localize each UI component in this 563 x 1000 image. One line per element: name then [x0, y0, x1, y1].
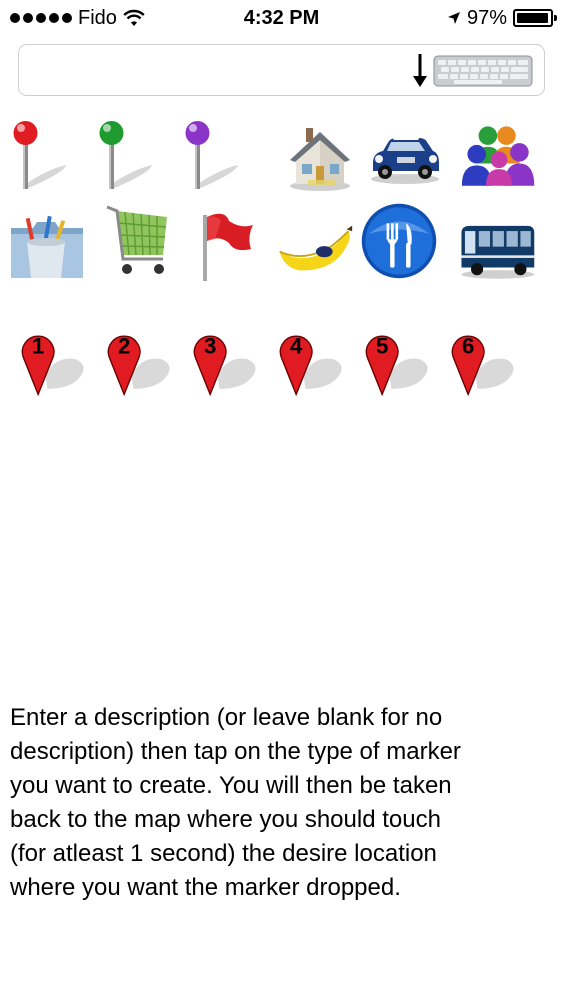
numbered-marker-icon: 3	[193, 334, 256, 397]
marker-red-pin[interactable]	[0, 116, 78, 194]
marker-car[interactable]	[366, 118, 444, 196]
marker-4[interactable]: 4	[272, 322, 350, 400]
marker-folder[interactable]	[8, 210, 86, 288]
marker-3[interactable]: 3	[186, 322, 264, 400]
description-input[interactable]	[29, 53, 413, 89]
green-pin-icon	[99, 121, 152, 189]
numbered-marker-icon: 5	[365, 334, 428, 397]
flag-icon	[203, 213, 253, 281]
marker-number: 3	[204, 334, 216, 359]
folder-pencils-icon	[11, 215, 83, 278]
marker-1[interactable]: 1	[14, 322, 92, 400]
status-bar: Fido 4:32 PM 97%	[0, 0, 563, 36]
numbered-marker-icon: 2	[107, 334, 170, 397]
people-group-icon	[461, 126, 535, 186]
banana-icon	[279, 225, 353, 271]
marker-green-pin[interactable]	[86, 116, 164, 194]
fork-knife-icon	[361, 203, 437, 279]
location-arrow-icon	[447, 12, 460, 24]
marker-shopping-cart[interactable]	[100, 204, 178, 282]
instructions-text: Enter a description (or leave blank for …	[10, 704, 461, 901]
numbered-marker-icon: 6	[451, 334, 514, 397]
marker-flag[interactable]	[186, 208, 264, 286]
marker-number: 4	[290, 334, 303, 359]
marker-6[interactable]: 6	[444, 322, 522, 400]
battery-percent: 97%	[466, 7, 507, 29]
marker-number: 1	[32, 334, 44, 359]
car-icon	[371, 136, 439, 184]
marker-number: 2	[118, 334, 130, 359]
red-pin-icon	[13, 121, 66, 189]
house-icon	[290, 128, 350, 191]
marker-5[interactable]: 5	[358, 322, 436, 400]
marker-purple-pin[interactable]	[172, 116, 250, 194]
numbered-marker-icon: 1	[21, 334, 84, 397]
marker-number: 6	[462, 334, 474, 359]
marker-bus[interactable]	[458, 212, 536, 290]
bus-icon	[461, 225, 535, 279]
marker-number: 5	[376, 334, 388, 359]
marker-house[interactable]	[280, 118, 358, 196]
marker-people[interactable]	[460, 118, 538, 196]
battery-level	[517, 13, 549, 23]
status-right: 97%	[447, 7, 557, 29]
shopping-cart-icon	[106, 205, 167, 274]
marker-banana[interactable]	[276, 208, 354, 286]
description-field[interactable]	[18, 44, 545, 96]
battery-icon	[513, 9, 557, 27]
numbered-marker-icon: 4	[279, 334, 342, 397]
marker-restaurant[interactable]	[360, 202, 438, 280]
keyboard-dismiss-icon[interactable]	[410, 49, 536, 91]
purple-pin-icon	[185, 121, 238, 189]
marker-2[interactable]: 2	[100, 322, 178, 400]
